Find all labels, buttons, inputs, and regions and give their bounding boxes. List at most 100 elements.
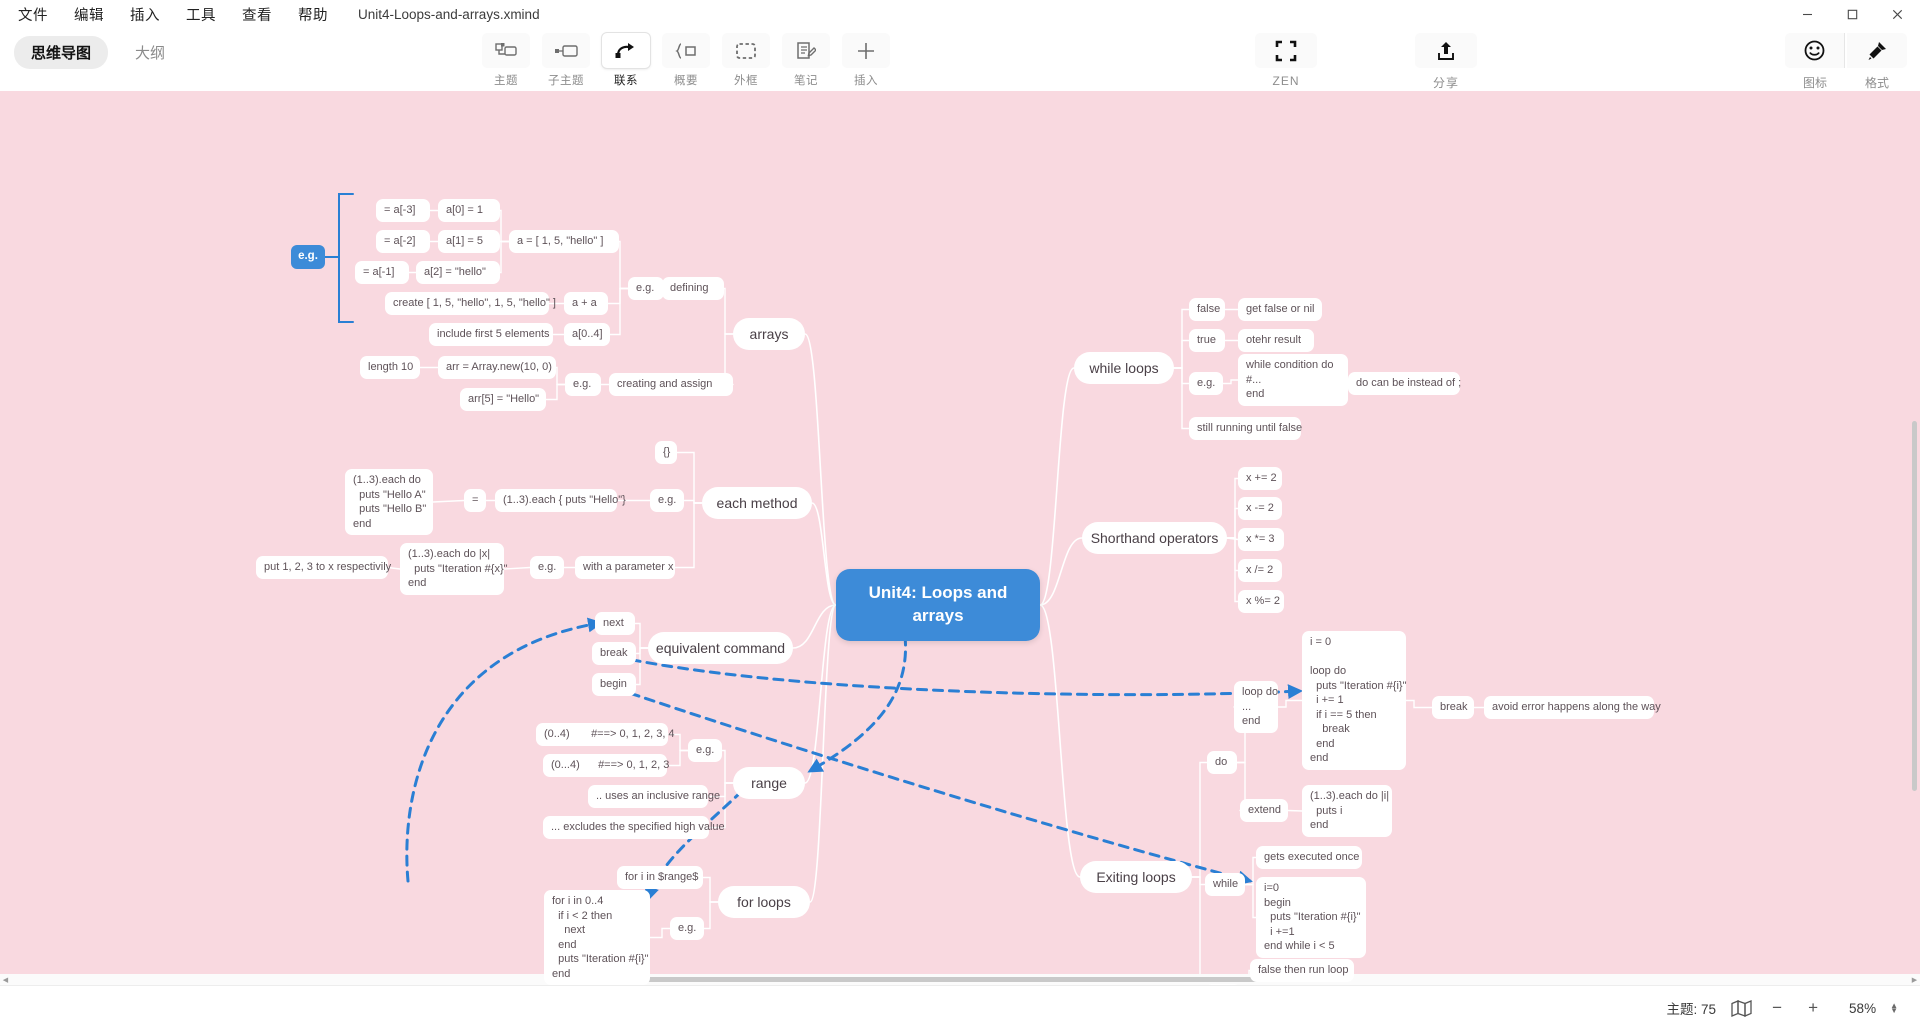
menu-edit[interactable]: 编辑 [74,4,104,25]
topic-node[interactable]: x += 2 [1238,467,1282,490]
topic-node[interactable]: false then run loop [1250,959,1354,982]
tab-mindmap[interactable]: 思维导图 [14,36,109,69]
main-topic-node[interactable]: each method [702,487,812,519]
topic-node[interactable]: (0...4) #==> 0, 1, 2, 3 [543,754,669,777]
topic-node[interactable]: for i in $range$ [617,866,703,889]
topic-node[interactable]: a[0..4] [564,323,610,346]
topic-node[interactable]: until [1205,984,1241,985]
tool-note[interactable]: 笔记 [780,33,832,88]
topic-node[interactable]: {} [655,441,677,464]
maximize-button[interactable] [1830,0,1875,28]
topic-node[interactable]: break [1432,696,1474,719]
topic-node[interactable]: i = 0 loop do puts "Iteration #{i}" i +=… [1302,631,1406,770]
topic-node[interactable]: e.g. [291,245,325,269]
mindmap-canvas[interactable]: Unit4: Loops and arrays arrays each method… [0,91,1920,985]
topic-node[interactable]: e.g. [530,556,564,579]
topic-node[interactable]: e.g. [565,373,601,396]
share-button[interactable]: 分享 [1415,33,1477,91]
topic-node[interactable]: break [592,642,636,665]
topic-node[interactable]: e.g. [1189,372,1223,395]
scroll-left-arrow[interactable]: ◀ [0,974,11,985]
topic-node[interactable]: a[0] = 1 [438,199,500,222]
main-topic-node[interactable]: Shorthand operators [1082,522,1227,554]
topic-node[interactable]: loop do ... end [1234,681,1278,733]
scroll-right-arrow[interactable]: ▶ [1909,974,1920,985]
topic-node[interactable]: avoid error happens along the way [1484,696,1661,719]
topic-node[interactable]: = [464,489,486,512]
tool-boundary[interactable]: 外框 [720,33,772,88]
topic-node[interactable]: begin [592,673,636,696]
topic-node[interactable]: gets executed once [1256,846,1362,869]
topic-node[interactable]: still running until false [1189,417,1302,440]
topic-node[interactable]: a + a [564,292,608,315]
topic-node[interactable]: next [595,612,635,635]
topic-node[interactable]: a = [ 1, 5, "hello" ] [509,230,619,253]
central-topic[interactable]: Unit4: Loops and arrays [836,569,1040,641]
topic-node[interactable]: include first 5 elements [429,323,553,346]
menu-view[interactable]: 查看 [242,4,272,25]
topic-node[interactable]: x /= 2 [1238,559,1282,582]
topic-node[interactable]: e.g. [628,277,664,300]
topic-node[interactable]: get false or nil [1238,298,1322,321]
topic-node[interactable]: (1..3).each do |i| puts i end [1302,785,1392,837]
topic-node[interactable]: (1..3).each do |x| puts "Iteration #{x}"… [400,543,508,595]
topic-node[interactable]: = a[-2] [376,230,430,253]
menu-tools[interactable]: 工具 [186,4,216,25]
close-button[interactable] [1875,0,1920,28]
tool-subtopic[interactable]: 子主题 [540,33,592,88]
main-topic-node[interactable]: arrays [733,318,805,350]
topic-node[interactable]: false [1189,298,1225,321]
vertical-scroll-thumb[interactable] [1912,421,1917,791]
topic-node[interactable]: .. uses an inclusive range [588,785,720,808]
menu-insert[interactable]: 插入 [130,4,160,25]
map-overview-icon[interactable] [1730,997,1752,1019]
topic-node[interactable]: length 10 [360,356,420,379]
topic-node[interactable]: creating and assign [609,373,733,396]
main-topic-node[interactable]: equivalent command [648,632,793,664]
topic-node[interactable]: (1..3).each { puts "Hello"} [495,489,626,512]
menu-help[interactable]: 帮助 [298,4,328,25]
main-topic-node[interactable]: for loops [718,886,810,918]
main-topic-node[interactable]: while loops [1074,352,1174,384]
topic-node[interactable]: (0..4) #==> 0, 1, 2, 3, 4 [536,723,675,746]
topic-node[interactable]: ... excludes the specified high value [543,816,725,839]
zen-button[interactable]: ZEN [1255,33,1317,91]
tool-relationship[interactable]: 联系 [600,33,652,88]
topic-node[interactable]: with a parameter x [575,556,675,579]
topic-node[interactable]: i=0 begin puts "Iteration #{i}" i +=1 en… [1256,877,1366,958]
topic-node[interactable]: x -= 2 [1238,497,1282,520]
topic-node[interactable]: = a[-1] [355,261,409,284]
main-topic-node[interactable]: range [733,767,805,799]
topic-node[interactable]: e.g. [650,489,684,512]
topic-node[interactable]: arr[5] = "Hello" [460,388,546,411]
topic-node[interactable]: e.g. [670,917,704,940]
topic-node[interactable]: x %= 2 [1238,590,1284,613]
topic-node[interactable]: defining [662,277,724,300]
topic-node[interactable]: = a[-3] [376,199,430,222]
topic-node[interactable]: arr = Array.new(10, 0) [438,356,556,379]
tool-summary[interactable]: 概要 [660,33,712,88]
topic-node[interactable]: create [ 1, 5, "hello", 1, 5, "hello" ] [385,292,556,315]
menu-file[interactable]: 文件 [18,4,48,25]
topic-node[interactable]: x *= 3 [1238,528,1284,551]
topic-node[interactable]: put 1, 2, 3 to x respectivily [256,556,391,579]
topic-node[interactable]: do can be instead of ; [1348,372,1461,395]
minimize-button[interactable] [1785,0,1830,28]
tab-outline[interactable]: 大纲 [118,36,182,69]
topic-node[interactable]: e.g. [688,739,722,762]
format-button[interactable]: 格式 [1846,33,1908,91]
topic-node[interactable]: a[1] = 5 [438,230,500,253]
sticker-button[interactable]: 图标 [1784,33,1846,91]
zoom-stepper[interactable]: ▲ ▼ [1890,1002,1898,1015]
topic-node[interactable]: while condition do #... end [1238,354,1348,406]
tool-insert[interactable]: 插入 [840,33,892,88]
main-topic-node[interactable]: Exiting loops [1080,861,1192,893]
tool-topic[interactable]: 主题 [480,33,532,88]
zoom-out-button[interactable]: − [1766,997,1788,1019]
topic-node[interactable]: extend [1240,799,1288,822]
vertical-scrollbar[interactable] [1909,91,1920,985]
topic-node[interactable]: while [1205,873,1245,896]
topic-node[interactable]: otehr result [1238,329,1314,352]
topic-node[interactable]: true [1189,329,1225,352]
topic-node[interactable]: (1..3).each do puts "Hello A" puts "Hell… [345,469,433,536]
